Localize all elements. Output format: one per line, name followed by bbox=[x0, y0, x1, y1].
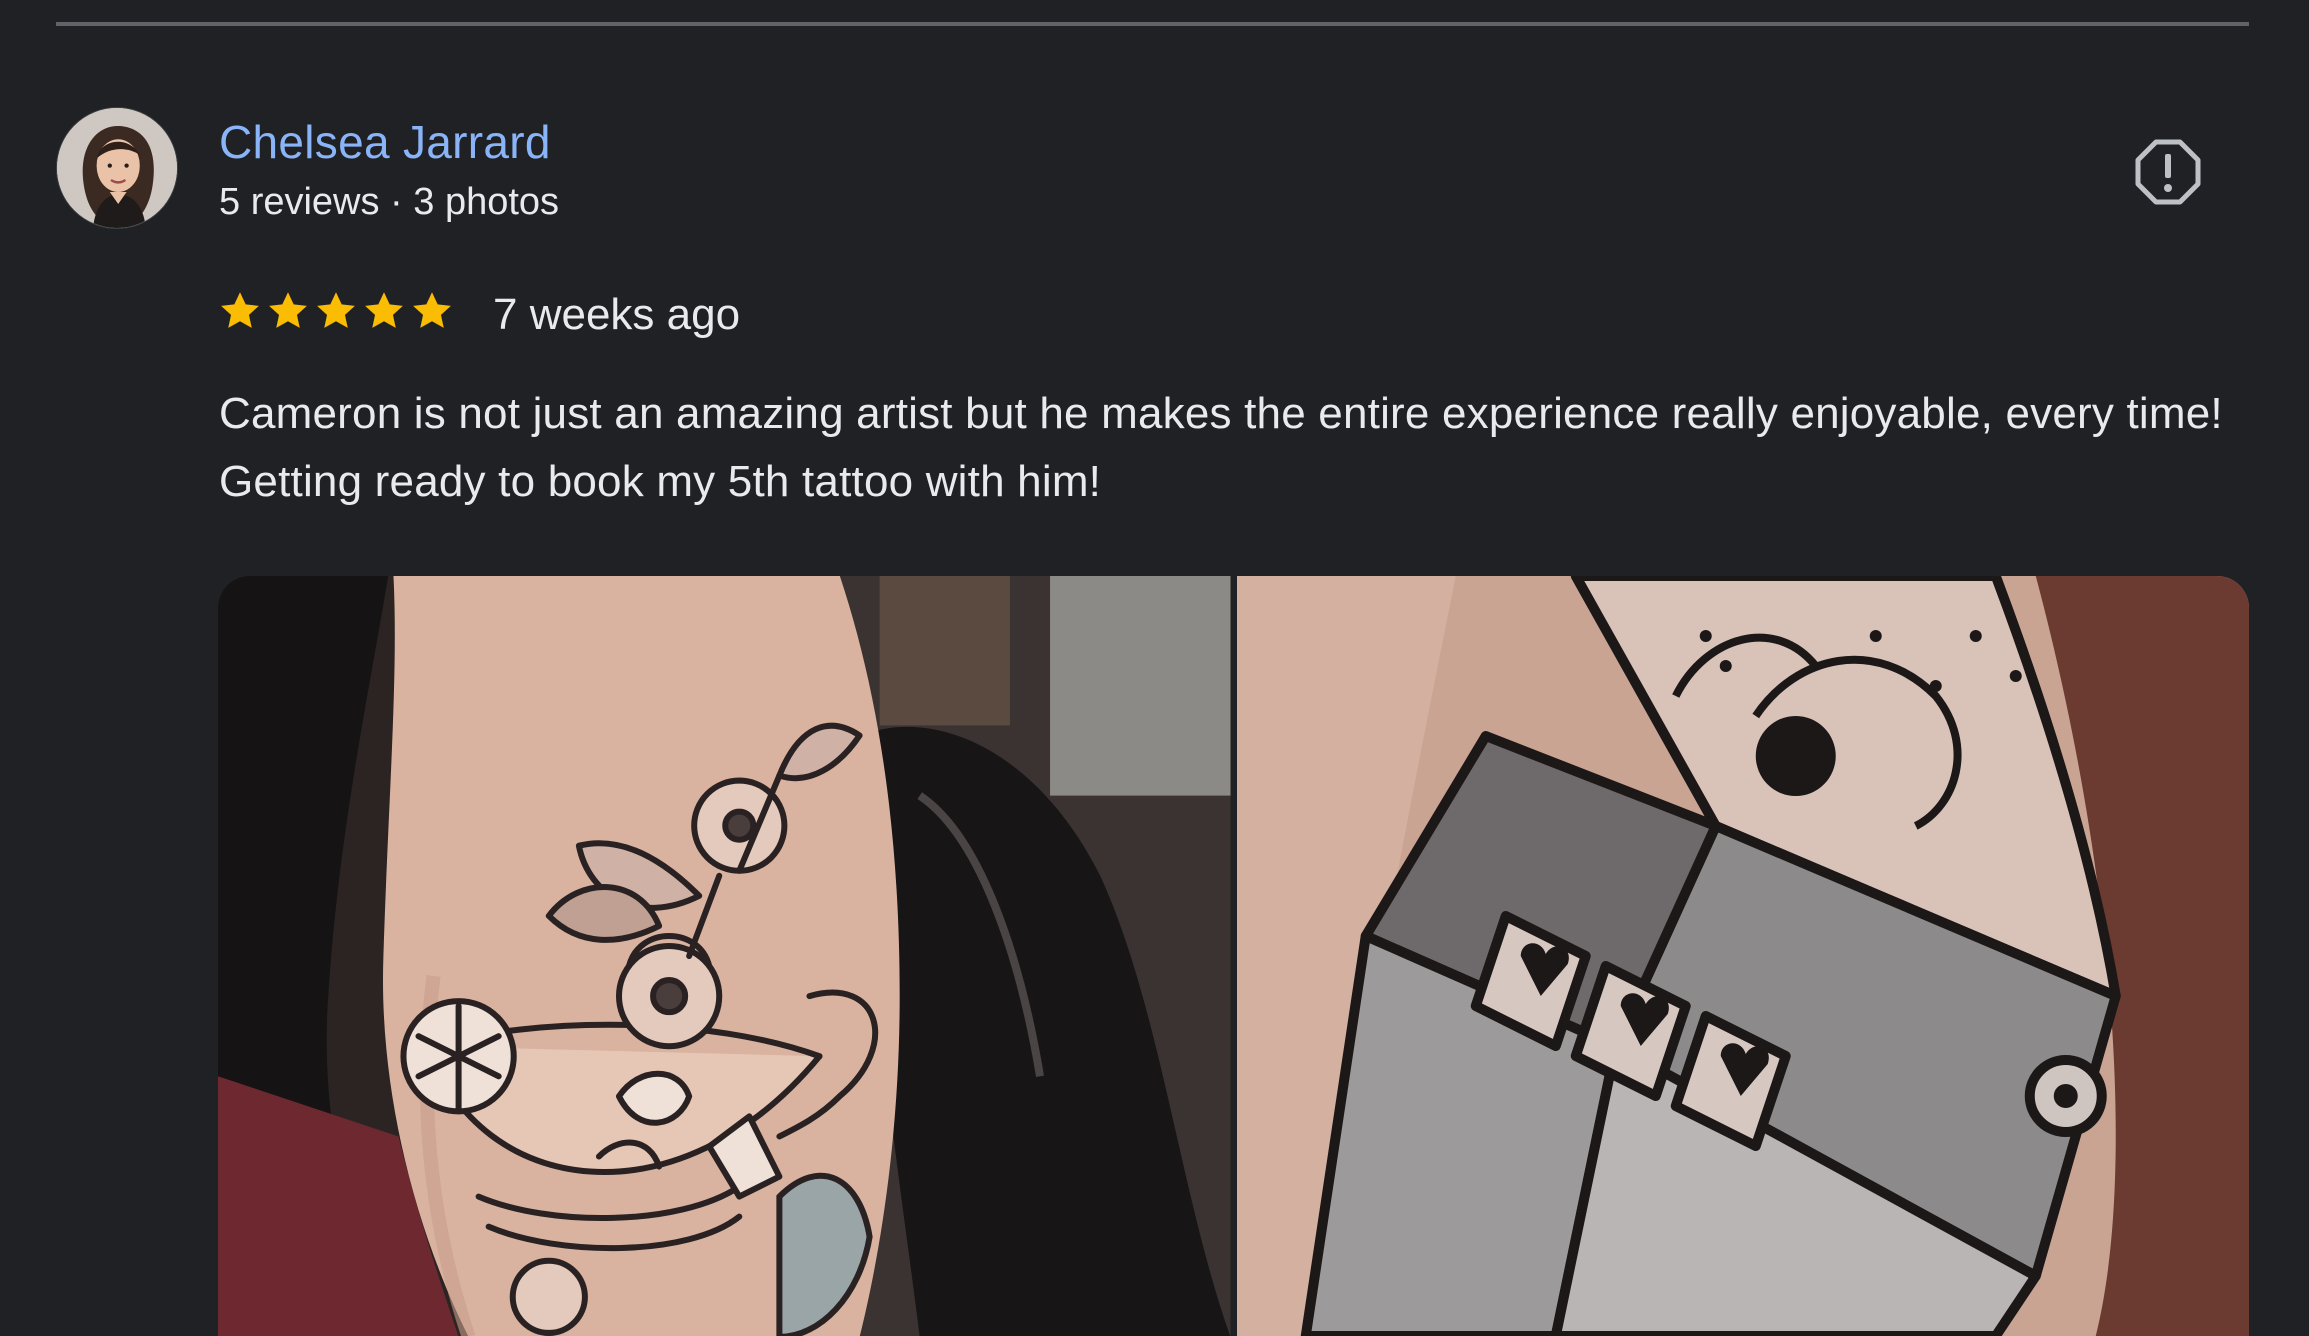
star-icon bbox=[266, 289, 310, 333]
star-icon bbox=[362, 289, 406, 333]
review-photos bbox=[218, 576, 2249, 1336]
review-photo-slot-machine-tattoo[interactable] bbox=[1236, 576, 2249, 1336]
star-icon bbox=[218, 289, 262, 333]
reviewer-stats: 5 reviews · 3 photos bbox=[219, 181, 560, 223]
star-rating bbox=[218, 289, 454, 337]
section-divider bbox=[56, 22, 2249, 26]
avatar[interactable] bbox=[56, 107, 178, 229]
review-text: Cameron is not just an amazing artist bu… bbox=[219, 389, 2223, 506]
star-icon bbox=[314, 289, 358, 333]
review-timestamp: 7 weeks ago bbox=[493, 290, 741, 339]
report-review-button[interactable] bbox=[2134, 138, 2202, 206]
reviewer-name-link[interactable]: Chelsea Jarrard bbox=[219, 113, 551, 171]
star-icon bbox=[410, 289, 454, 333]
report-icon bbox=[2135, 139, 2201, 205]
review-photo-teacup-tattoo[interactable] bbox=[218, 576, 1231, 1336]
avatar-image bbox=[57, 108, 177, 228]
